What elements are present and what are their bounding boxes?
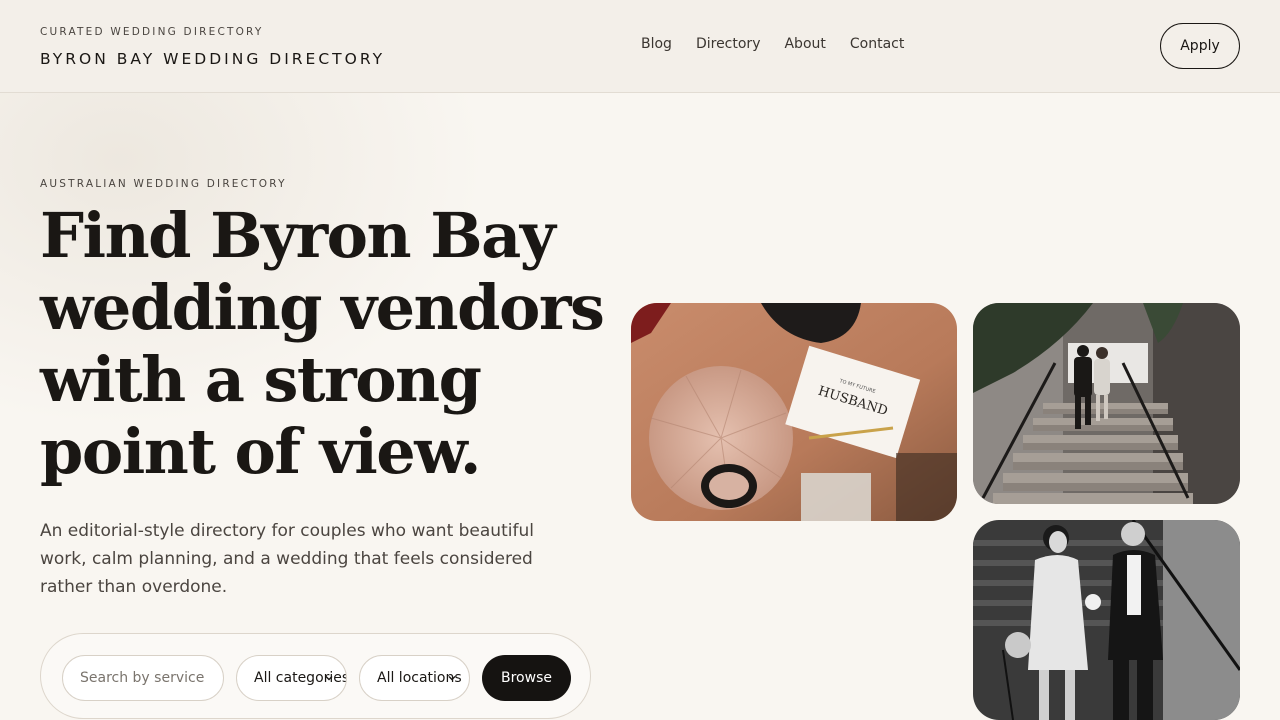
nav-link-directory[interactable]: Directory xyxy=(696,36,761,52)
nav-link-about[interactable]: About xyxy=(784,36,825,52)
search-input[interactable]: Search by service xyxy=(62,655,224,701)
photo-couple-bw xyxy=(973,520,1240,720)
brand-title[interactable]: BYRON BAY WEDDING DIRECTORY xyxy=(40,50,385,68)
hero-description: An editorial-style directory for couples… xyxy=(40,521,534,597)
search-panel: Search by service All categories All loc… xyxy=(40,633,591,719)
location-select[interactable]: All locations xyxy=(359,655,470,701)
browse-button[interactable]: Browse xyxy=(482,655,571,701)
site-header: CURATED WEDDING DIRECTORY BYRON BAY WEDD… xyxy=(0,0,1280,93)
brand-kicker: CURATED WEDDING DIRECTORY xyxy=(40,26,264,38)
hero-headline: Find Byron Bay wedding vendors with a st… xyxy=(40,199,605,488)
nav-link-contact[interactable]: Contact xyxy=(850,36,904,52)
nav-link-blog[interactable]: Blog xyxy=(641,36,672,52)
apply-button[interactable]: Apply xyxy=(1160,23,1240,69)
photo-couple-stairs xyxy=(973,303,1240,504)
chevron-down-icon xyxy=(324,673,334,683)
category-select[interactable]: All categories xyxy=(236,655,347,701)
photo-flatlay-card: TO MY FUTURE HUSBAND xyxy=(631,303,957,521)
main-nav: Blog Directory About Contact xyxy=(641,36,904,52)
hero-kicker: AUSTRALIAN WEDDING DIRECTORY xyxy=(40,178,287,190)
chevron-down-icon xyxy=(447,673,457,683)
